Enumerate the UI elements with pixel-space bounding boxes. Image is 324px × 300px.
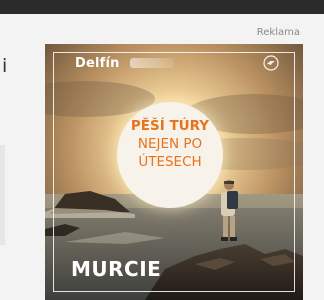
destination-title: MURCIE	[71, 257, 162, 281]
ad-headline: PĚŠÍ TÚRY NEJEN PO ÚTESECH	[117, 117, 223, 171]
headline-line-3: ÚTESECH	[138, 154, 202, 170]
headline-line-2: NEJEN PO	[137, 136, 203, 152]
headline-line-1: PĚŠÍ TÚRY	[130, 118, 210, 134]
browser-top-bar	[0, 0, 324, 14]
left-edge-text: i	[2, 55, 8, 77]
brand-logo-text: Delfín	[75, 56, 120, 71]
left-edge-panel	[0, 145, 5, 245]
ad-banner[interactable]: Delfín PĚŠÍ TÚRY NEJEN PO ÚTESECH MURCIE	[45, 44, 303, 300]
ad-label: Reklama	[256, 27, 300, 38]
brand-logo-fade	[130, 58, 174, 68]
dolphin-logo-icon	[263, 55, 279, 71]
